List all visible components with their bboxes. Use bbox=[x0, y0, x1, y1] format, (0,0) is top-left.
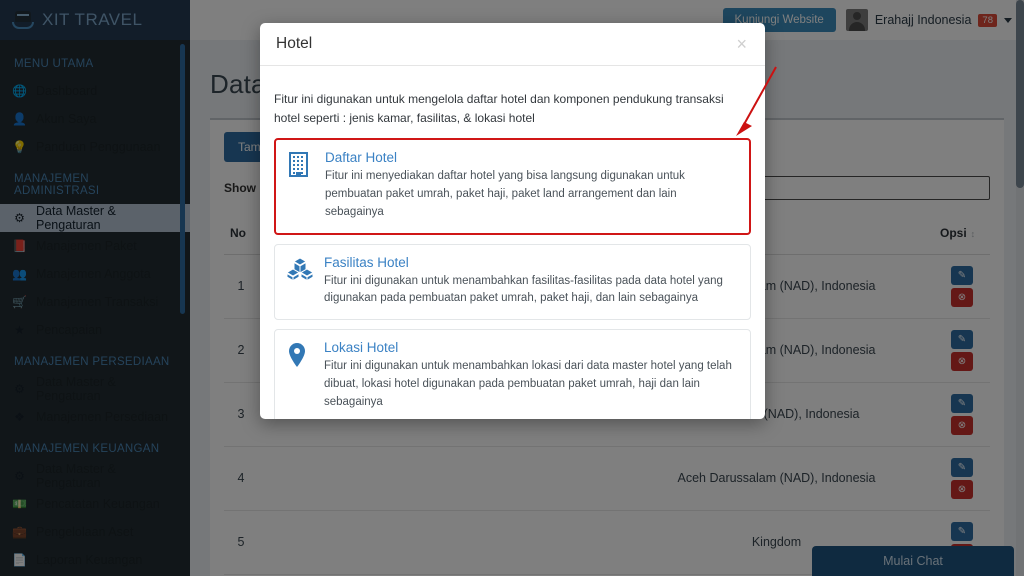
option-title: Lokasi Hotel bbox=[324, 340, 399, 356]
app-root: XIT TRAVEL MENU UTAMA🌐Dashboard👤Akun Say… bbox=[0, 0, 1024, 576]
option-description: Fitur ini menyediakan daftar hotel yang … bbox=[325, 170, 685, 218]
modal-title: Hotel bbox=[276, 35, 313, 52]
modal-body: Fitur ini digunakan untuk mengelola daft… bbox=[260, 66, 765, 419]
modal-option-list: Daftar Hotel Fitur ini menyediakan daftar… bbox=[274, 138, 751, 419]
hotel-modal: Hotel × Fitur ini digunakan untuk mengel… bbox=[260, 23, 765, 419]
close-icon[interactable]: × bbox=[734, 35, 749, 53]
option-card-lokasi-hotel[interactable]: Lokasi Hotel Fitur ini digunakan untuk me… bbox=[274, 329, 751, 419]
option-title: Fasilitas Hotel bbox=[324, 254, 409, 270]
option-card-daftar-hotel[interactable]: Daftar Hotel Fitur ini menyediakan daftar… bbox=[274, 138, 751, 235]
building-icon bbox=[288, 150, 314, 221]
modal-description: Fitur ini digunakan untuk mengelola daft… bbox=[274, 92, 724, 125]
option-title: Daftar Hotel bbox=[325, 150, 398, 166]
cubes-icon bbox=[287, 255, 313, 309]
map-pin-icon bbox=[287, 340, 313, 411]
option-description: Fitur ini digunakan untuk menambahkan fa… bbox=[324, 274, 723, 305]
option-description: Fitur ini digunakan untuk menambahkan lo… bbox=[324, 360, 732, 408]
modal-header: Hotel × bbox=[260, 23, 765, 66]
option-card-fasilitas-hotel[interactable]: Fasilitas Hotel Fitur ini digunakan untuk… bbox=[274, 243, 751, 321]
